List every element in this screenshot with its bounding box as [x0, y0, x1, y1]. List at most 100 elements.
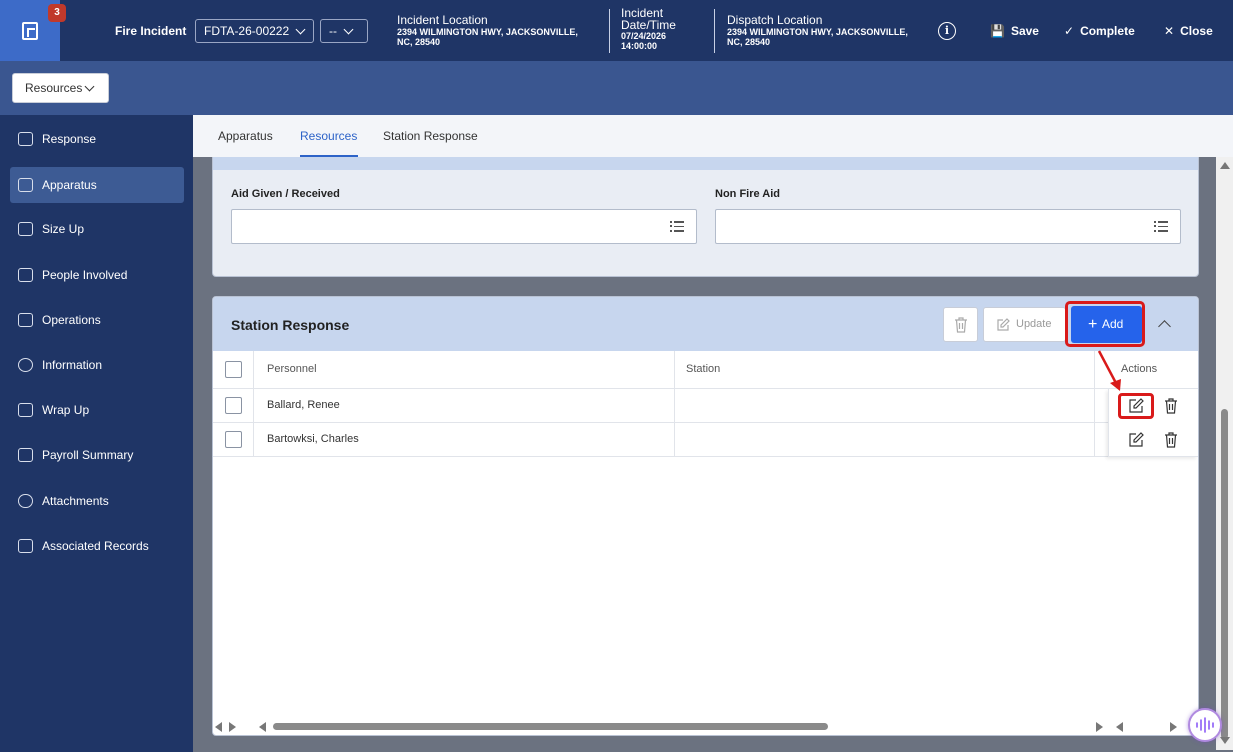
sidebar-item-label: People Involved [42, 268, 128, 282]
sub-toolbar: Resources [0, 61, 1233, 115]
sidebar-item-label: Apparatus [42, 178, 97, 192]
aid-given-field[interactable] [231, 209, 697, 244]
incident-datetime-date: 07/24/2026 [621, 31, 667, 41]
column-header-personnel[interactable]: Personnel [267, 363, 317, 375]
scroll-left-icon[interactable] [215, 722, 222, 732]
dispatch-location-line1: 2394 WILMINGTON HWY, JACKSONVILLE, [727, 27, 908, 37]
payroll-icon [18, 448, 33, 462]
sidebar-item-attachments[interactable]: Attachments [10, 483, 184, 519]
response-icon [18, 132, 33, 146]
scroll-right-icon[interactable] [229, 722, 236, 732]
station-response-title: Station Response [231, 317, 350, 333]
top-header: 3 Fire Incident FDTA-26-00222 -- Inciden… [0, 0, 1233, 61]
scroll-left-icon[interactable] [259, 722, 266, 732]
non-fire-aid-field[interactable] [715, 209, 1181, 244]
sidebar-item-payroll-summary[interactable]: Payroll Summary [10, 437, 184, 473]
chevron-down-icon [295, 24, 306, 35]
vertical-scrollbar[interactable] [1216, 157, 1233, 750]
info-icon[interactable]: i [938, 22, 956, 40]
incident-id-select[interactable]: FDTA-26-00222 [195, 19, 314, 43]
voice-assistant-button[interactable] [1188, 708, 1222, 742]
people-icon [18, 268, 33, 282]
incident-datetime-time: 14:00:00 [621, 41, 658, 51]
sidebar-item-size-up[interactable]: Size Up [10, 211, 184, 247]
trash-icon[interactable] [1163, 398, 1179, 414]
scrollbar-thumb[interactable] [273, 723, 828, 730]
horizontal-scrollbar[interactable] [213, 719, 1198, 733]
complete-label: Complete [1080, 24, 1135, 38]
row-checkbox[interactable] [225, 431, 242, 448]
close-label: Close [1180, 24, 1213, 38]
non-fire-aid-label: Non Fire Aid [715, 188, 780, 200]
dispatch-location-line2: NC, 28540 [727, 37, 771, 47]
tab-station-response[interactable]: Station Response [383, 115, 478, 157]
scroll-right-icon[interactable] [1096, 722, 1103, 732]
list-icon[interactable] [1154, 220, 1168, 233]
info-icon [18, 358, 33, 372]
sidebar-item-people-involved[interactable]: People Involved [10, 257, 184, 293]
table-row[interactable]: Bartowksi, Charles [213, 423, 1198, 457]
sidebar: Response Apparatus Size Up People Involv… [0, 115, 193, 752]
scroll-left-icon[interactable] [1116, 722, 1123, 732]
resources-dropdown[interactable]: Resources [12, 73, 109, 103]
sidebar-item-response[interactable]: Response [10, 121, 184, 157]
personnel-cell: Bartowksi, Charles [267, 433, 359, 445]
list-icon[interactable] [670, 220, 684, 233]
tab-resources[interactable]: Resources [300, 115, 358, 157]
sidebar-item-information[interactable]: Information [10, 347, 184, 383]
edit-icon[interactable] [1128, 432, 1144, 448]
incident-location-label: Incident Location [397, 13, 488, 27]
aid-given-label: Aid Given / Received [231, 188, 340, 200]
complete-button[interactable]: ✓ Complete [1064, 24, 1135, 38]
trash-icon[interactable] [1163, 432, 1179, 448]
scrollbar-thumb[interactable] [1221, 409, 1228, 739]
chevron-down-icon [343, 24, 354, 35]
wrap-up-icon [18, 403, 33, 417]
station-response-card: Station Response Update + Add Personnel … [212, 296, 1199, 736]
aid-section-card: Aid Given / Received Non Fire Aid [212, 157, 1199, 277]
sidebar-item-wrap-up[interactable]: Wrap Up [10, 392, 184, 428]
add-button-highlight [1065, 301, 1145, 347]
chevron-up-icon[interactable] [1158, 320, 1171, 333]
sidebar-item-label: Response [42, 132, 97, 146]
row-checkbox[interactable] [225, 397, 242, 414]
tab-apparatus[interactable]: Apparatus [218, 115, 273, 157]
chevron-down-icon [84, 81, 95, 92]
map-icon [18, 313, 33, 327]
edit-icon [997, 318, 1010, 331]
save-label: Save [1010, 24, 1039, 38]
header-divider [609, 9, 610, 53]
sidebar-item-label: Payroll Summary [42, 448, 134, 462]
close-button[interactable]: ✕ Close [1164, 24, 1213, 38]
secondary-select-value: -- [329, 24, 337, 38]
check-circle-icon: ✓ [1064, 24, 1075, 38]
scroll-down-icon[interactable] [1220, 737, 1230, 744]
update-button[interactable]: Update [983, 307, 1066, 342]
size-up-icon [18, 222, 33, 236]
delete-button[interactable] [943, 307, 978, 342]
trash-icon [955, 317, 967, 333]
dispatch-location: Dispatch Location 2394 WILMINGTON HWY, J… [727, 13, 908, 47]
sidebar-item-operations[interactable]: Operations [10, 302, 184, 338]
incident-id-value: FDTA-26-00222 [204, 24, 290, 38]
paperclip-icon [18, 494, 33, 508]
table-row[interactable]: Ballard, Renee [213, 389, 1198, 423]
sidebar-item-apparatus[interactable]: Apparatus [10, 167, 184, 203]
scroll-right-icon[interactable] [1170, 722, 1177, 732]
save-button[interactable]: 💾 Save [990, 24, 1039, 38]
card-header-strip [213, 157, 1198, 170]
station-response-header: Station Response Update + Add [213, 297, 1198, 351]
grid-header: Personnel Station Actions [213, 351, 1198, 389]
sidebar-item-associated-records[interactable]: Associated Records [10, 528, 184, 564]
resources-dropdown-label: Resources [25, 81, 83, 95]
incident-location-line2: NC, 28540 [397, 37, 441, 47]
notification-badge[interactable]: 3 [48, 4, 66, 22]
tab-bar: Apparatus Resources Station Response [193, 115, 1233, 157]
header-divider [714, 9, 715, 53]
personnel-cell: Ballard, Renee [267, 399, 340, 411]
logo-icon [22, 22, 38, 40]
secondary-select[interactable]: -- [320, 19, 368, 43]
column-header-station[interactable]: Station [686, 363, 720, 375]
select-all-checkbox[interactable] [225, 361, 242, 378]
scroll-up-icon[interactable] [1220, 162, 1230, 169]
